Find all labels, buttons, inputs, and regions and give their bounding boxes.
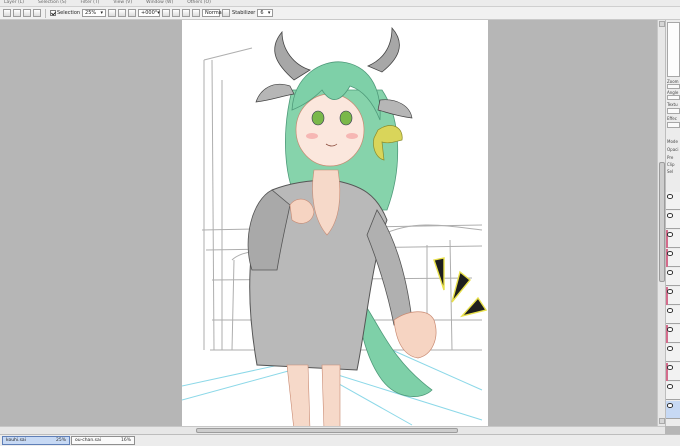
eye-icon[interactable]	[667, 232, 673, 237]
flip-button[interactable]	[192, 9, 201, 17]
layer-row[interactable]	[666, 344, 680, 362]
rotate-right-button[interactable]	[172, 9, 181, 17]
horizontal-scroll-thumb[interactable]	[196, 428, 458, 433]
deselect-button[interactable]	[13, 9, 21, 17]
canvas-paper[interactable]	[182, 20, 488, 426]
eye-icon[interactable]	[667, 384, 673, 389]
layer-row-selected[interactable]	[666, 401, 680, 419]
eye-icon[interactable]	[667, 327, 673, 332]
navigator-preview[interactable]	[667, 22, 680, 77]
mode-label: Mode	[667, 139, 678, 144]
layer-row[interactable]	[666, 287, 680, 305]
layer-row[interactable]	[666, 192, 680, 210]
eye-icon[interactable]	[667, 365, 673, 370]
toolbar: Selection 25% ▾ +000° ▾ Normal Stabilize…	[0, 7, 680, 20]
layer-row[interactable]	[666, 268, 680, 286]
rotation-value: +000°	[141, 10, 158, 16]
texture-select[interactable]	[667, 108, 680, 114]
eye-icon[interactable]	[667, 308, 673, 313]
toolbar-divider	[45, 8, 46, 18]
menu-window[interactable]: Window (W)	[146, 0, 173, 6]
document-tab-ou-chan[interactable]: ou-chan.sai 16%	[71, 436, 135, 445]
rotation-select[interactable]: +000° ▾	[138, 9, 161, 17]
selection-source-option[interactable]: Sel	[667, 169, 673, 174]
right-panel: Zoom Angle Textu Effec Mode Opaci Pre Cl…	[665, 20, 680, 426]
layer-row[interactable]	[666, 325, 680, 343]
layer-row[interactable]	[666, 249, 680, 267]
selection-label: Selection	[57, 10, 81, 16]
stabilizer-select[interactable]: 6 ▾	[257, 9, 274, 17]
preserve-opacity-option[interactable]: Pre	[667, 155, 673, 160]
selection-toggle[interactable]: Selection	[50, 10, 80, 16]
zoom-select[interactable]: 25% ▾	[82, 9, 107, 17]
mode-toggle-button[interactable]	[222, 9, 231, 17]
document-tab-zoom: 16%	[120, 438, 131, 443]
layer-row[interactable]	[666, 306, 680, 324]
eye-icon[interactable]	[667, 289, 673, 294]
document-tab-name: ou-chan.sai	[75, 438, 101, 443]
eye-icon[interactable]	[667, 403, 673, 408]
menu-layer[interactable]: Layer (L)	[4, 0, 24, 6]
selection-checkbox[interactable]	[50, 10, 56, 16]
invert-selection-button[interactable]	[23, 9, 31, 17]
layer-row[interactable]	[666, 363, 680, 381]
zoom-reset-button[interactable]	[128, 9, 137, 17]
menu-view[interactable]: View (V)	[113, 0, 132, 6]
layer-row[interactable]	[666, 230, 680, 248]
opacity-label: Opaci	[667, 147, 679, 152]
document-tab-name: kouhi.sai	[6, 438, 26, 443]
effect-label: Effec	[667, 116, 677, 121]
eye-icon[interactable]	[667, 194, 673, 199]
layer-row[interactable]	[666, 211, 680, 229]
eye-icon[interactable]	[667, 213, 673, 218]
rotate-reset-button[interactable]	[182, 9, 191, 17]
angle-panel-field[interactable]	[667, 95, 680, 100]
select-all-button[interactable]	[3, 9, 11, 17]
show-selection-button[interactable]	[33, 9, 41, 17]
zoom-out-button[interactable]	[108, 9, 117, 17]
chevron-down-icon: ▾	[157, 10, 160, 16]
canvas-vertical-scrollbar[interactable]	[657, 20, 665, 426]
document-tab-zoom: 25%	[55, 438, 66, 443]
zoom-panel-field[interactable]	[667, 84, 680, 89]
canvas-area[interactable]	[0, 20, 657, 426]
document-tabs: kouhi.sai 25% ou-chan.sai 16%	[0, 434, 680, 446]
zoom-in-button[interactable]	[118, 9, 127, 17]
menu-selection[interactable]: Selection (S)	[38, 0, 67, 6]
menu-others[interactable]: Others (O)	[187, 0, 211, 6]
artwork-illustration	[182, 26, 488, 426]
stabilizer-label: Stabilizer	[232, 10, 256, 16]
eye-icon[interactable]	[667, 270, 673, 275]
menu-filter[interactable]: Filter (T)	[81, 0, 100, 6]
canvas-horizontal-scrollbar[interactable]	[0, 426, 665, 434]
document-tab-kouhi[interactable]: kouhi.sai 25%	[2, 436, 70, 445]
eye-icon[interactable]	[667, 251, 673, 256]
eye-icon[interactable]	[667, 346, 673, 351]
zoom-value: 25%	[85, 10, 97, 16]
blend-mode-value: Normal	[205, 10, 224, 16]
stabilizer-value: 6	[260, 10, 264, 16]
menu-bar: Layer (L) Selection (S) Filter (T) View …	[0, 0, 680, 7]
clipping-group-option[interactable]: Clip	[667, 162, 675, 167]
blend-mode-select[interactable]: Normal	[202, 9, 224, 17]
chevron-down-icon: ▾	[100, 10, 104, 16]
effect-select[interactable]	[667, 122, 680, 128]
texture-label: Textu	[667, 102, 678, 107]
rotate-left-button[interactable]	[162, 9, 171, 17]
layer-row[interactable]	[666, 382, 680, 400]
chevron-down-icon: ▾	[267, 10, 271, 16]
